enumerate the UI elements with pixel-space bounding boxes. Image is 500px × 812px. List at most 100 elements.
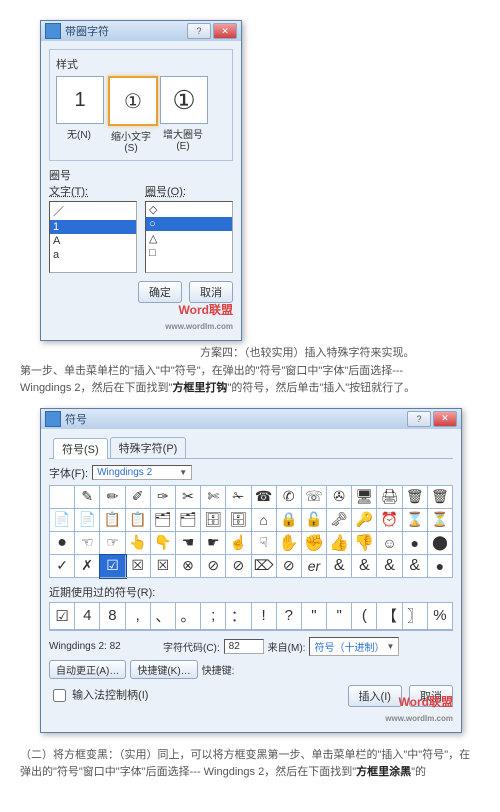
- list-item[interactable]: ○: [146, 217, 232, 231]
- sym-cell[interactable]: ⊘: [226, 555, 251, 578]
- sym-cell[interactable]: 👎: [352, 532, 377, 555]
- list-item[interactable]: ／: [50, 202, 136, 220]
- sym-cell[interactable]: ✊: [302, 532, 327, 555]
- sym-cell[interactable]: 🖥: [352, 486, 377, 509]
- sym-cell[interactable]: 🗑: [403, 486, 428, 509]
- recent-cell[interactable]: 8: [100, 603, 125, 630]
- sym-cell-selected[interactable]: ☑: [100, 555, 125, 578]
- close-button[interactable]: ✕: [213, 23, 237, 39]
- tab-symbols[interactable]: 符号(S): [53, 438, 108, 459]
- sym-cell[interactable]: 🔓: [302, 509, 327, 532]
- sym-cell[interactable]: 📋: [126, 509, 151, 532]
- code-input[interactable]: 82: [224, 639, 264, 654]
- sym-cell[interactable]: ⬤: [428, 532, 453, 555]
- sym-cell[interactable]: 🗂: [176, 509, 201, 532]
- sym-cell[interactable]: 📋: [100, 509, 125, 532]
- sym-cell[interactable]: 🗄: [201, 509, 226, 532]
- sym-cell[interactable]: ☏: [302, 486, 327, 509]
- sym-cell[interactable]: ⌂: [252, 509, 277, 532]
- sym-cell[interactable]: ✂: [176, 486, 201, 509]
- text-listbox[interactable]: ／ 1 A a: [49, 201, 137, 273]
- recent-cell[interactable]: ?: [277, 603, 302, 630]
- style-none[interactable]: 1 无(N): [56, 76, 102, 154]
- sym-cell[interactable]: 👇: [151, 532, 176, 555]
- sym-cell[interactable]: 👆: [126, 532, 151, 555]
- sym-cell[interactable]: 🖨: [377, 486, 402, 509]
- sym-cell[interactable]: 👍: [327, 532, 352, 555]
- sym-cell[interactable]: ☒: [126, 555, 151, 578]
- sym-cell[interactable]: ☝: [226, 532, 251, 555]
- sym-cell[interactable]: &: [327, 555, 352, 578]
- sym-cell[interactable]: er: [302, 555, 327, 578]
- font-dropdown[interactable]: Wingdings 2▼: [92, 465, 192, 480]
- sym-cell[interactable]: &: [403, 555, 428, 578]
- sym-cell[interactable]: ⊗: [176, 555, 201, 578]
- help-button[interactable]: ?: [187, 23, 211, 39]
- recent-cell[interactable]: ：: [226, 603, 251, 630]
- sym-cell[interactable]: &: [377, 555, 402, 578]
- recent-cell[interactable]: ,: [126, 603, 151, 630]
- list-item[interactable]: 1: [50, 220, 136, 234]
- sym-cell[interactable]: ●: [50, 532, 75, 555]
- list-item[interactable]: a: [50, 248, 136, 262]
- sym-cell[interactable]: ✋: [277, 532, 302, 555]
- sym-cell[interactable]: ✇: [327, 486, 352, 509]
- autocorrect-button[interactable]: 自动更正(A)…: [49, 660, 126, 679]
- recent-cell[interactable]: ": [327, 603, 352, 630]
- recent-cell[interactable]: ": [302, 603, 327, 630]
- recent-cell[interactable]: (: [352, 603, 377, 630]
- list-item[interactable]: △: [146, 231, 232, 246]
- recent-cell[interactable]: ☑: [50, 603, 75, 630]
- shortcut-button[interactable]: 快捷键(K)…: [130, 660, 197, 679]
- symbol-grid[interactable]: ✎ ✏ ✐ ✑ ✂ ✄ ✁ ☎ ✆ ☏ ✇ 🖥 🖨 🗑 🗑 📄 📄 📋 📋 🗂 …: [49, 485, 453, 578]
- recent-cell[interactable]: 〗: [403, 603, 428, 630]
- sym-cell[interactable]: ✆: [277, 486, 302, 509]
- sym-cell[interactable]: ☜: [75, 532, 100, 555]
- style-shrink[interactable]: ① 缩小文字(S): [108, 76, 154, 154]
- sym-cell[interactable]: ✐: [126, 486, 151, 509]
- sym-cell[interactable]: 🗝: [327, 509, 352, 532]
- cancel-button[interactable]: 取消: [189, 281, 233, 303]
- sym-cell[interactable]: ●: [428, 555, 453, 578]
- sym-cell[interactable]: ✑: [151, 486, 176, 509]
- recent-cell[interactable]: !: [252, 603, 277, 630]
- sym-cell[interactable]: ⌦: [252, 555, 277, 578]
- tab-special[interactable]: 特殊字符(P): [110, 437, 187, 458]
- ime-checkbox[interactable]: 输入法控制柄(I): [49, 686, 148, 705]
- sym-cell[interactable]: ☺: [377, 532, 402, 555]
- sym-cell[interactable]: 🔑: [352, 509, 377, 532]
- ring-listbox[interactable]: ◇ ○ △ □: [145, 201, 233, 273]
- sym-cell[interactable]: ☎: [252, 486, 277, 509]
- sym-cell[interactable]: ☚: [176, 532, 201, 555]
- sym-cell[interactable]: ⊘: [277, 555, 302, 578]
- sym-cell[interactable]: ☞: [100, 532, 125, 555]
- recent-cell[interactable]: 4: [75, 603, 100, 630]
- sym-cell[interactable]: 📄: [75, 509, 100, 532]
- close-button[interactable]: ✕: [433, 411, 457, 427]
- sym-cell[interactable]: ✗: [75, 555, 100, 578]
- recent-cell[interactable]: 【: [377, 603, 402, 630]
- recent-cell[interactable]: 。: [176, 603, 201, 630]
- sym-cell[interactable]: 🗄: [226, 509, 251, 532]
- titlebar[interactable]: 符号 ? ✕: [41, 409, 461, 429]
- list-item[interactable]: A: [50, 234, 136, 248]
- sym-cell[interactable]: ●: [403, 532, 428, 555]
- help-button[interactable]: ?: [407, 411, 431, 427]
- list-item[interactable]: □: [146, 246, 232, 260]
- ok-button[interactable]: 确定: [138, 281, 182, 303]
- titlebar[interactable]: 带圈字符 ? ✕: [41, 21, 241, 41]
- sym-cell[interactable]: [50, 486, 75, 509]
- insert-button[interactable]: 插入(I): [348, 685, 402, 707]
- list-item[interactable]: ◇: [146, 202, 232, 217]
- sym-cell[interactable]: 🔒: [277, 509, 302, 532]
- sym-cell[interactable]: ✏: [100, 486, 125, 509]
- recent-cell[interactable]: 、: [151, 603, 176, 630]
- sym-cell[interactable]: ☒: [151, 555, 176, 578]
- sym-cell[interactable]: ✁: [226, 486, 251, 509]
- recent-cell[interactable]: ;: [201, 603, 226, 630]
- style-enlarge[interactable]: ① 增大圈号(E): [160, 76, 206, 154]
- sym-cell[interactable]: ⊘: [201, 555, 226, 578]
- recent-cell[interactable]: %: [428, 603, 453, 630]
- sym-cell[interactable]: 📄: [50, 509, 75, 532]
- sym-cell[interactable]: &: [352, 555, 377, 578]
